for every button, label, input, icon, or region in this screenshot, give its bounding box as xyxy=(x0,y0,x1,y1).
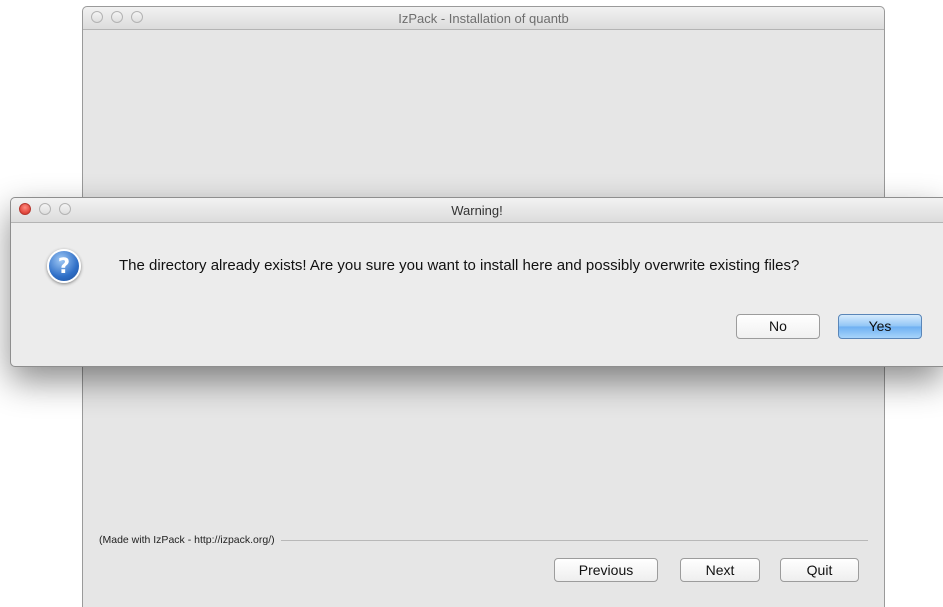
dialog-titlebar[interactable]: Warning! xyxy=(11,198,943,223)
previous-button[interactable]: Previous xyxy=(554,558,658,582)
yes-button[interactable]: Yes xyxy=(838,314,922,339)
next-button[interactable]: Next xyxy=(680,558,760,582)
installer-titlebar[interactable]: IzPack - Installation of quantb xyxy=(83,7,884,30)
quit-button[interactable]: Quit xyxy=(780,558,859,582)
question-icon: ? xyxy=(47,249,81,283)
no-button[interactable]: No xyxy=(736,314,820,339)
footer-divider xyxy=(280,539,868,541)
installer-footer: (Made with IzPack - http://izpack.org/) xyxy=(99,533,868,547)
dialog-title: Warning! xyxy=(451,203,503,218)
installer-window-title: IzPack - Installation of quantb xyxy=(398,11,569,26)
izpack-credit: (Made with IzPack - http://izpack.org/) xyxy=(99,534,275,546)
dialog-message: The directory already exists! Are you su… xyxy=(119,257,800,274)
warning-dialog: Warning! ? The directory already exists!… xyxy=(10,197,943,367)
